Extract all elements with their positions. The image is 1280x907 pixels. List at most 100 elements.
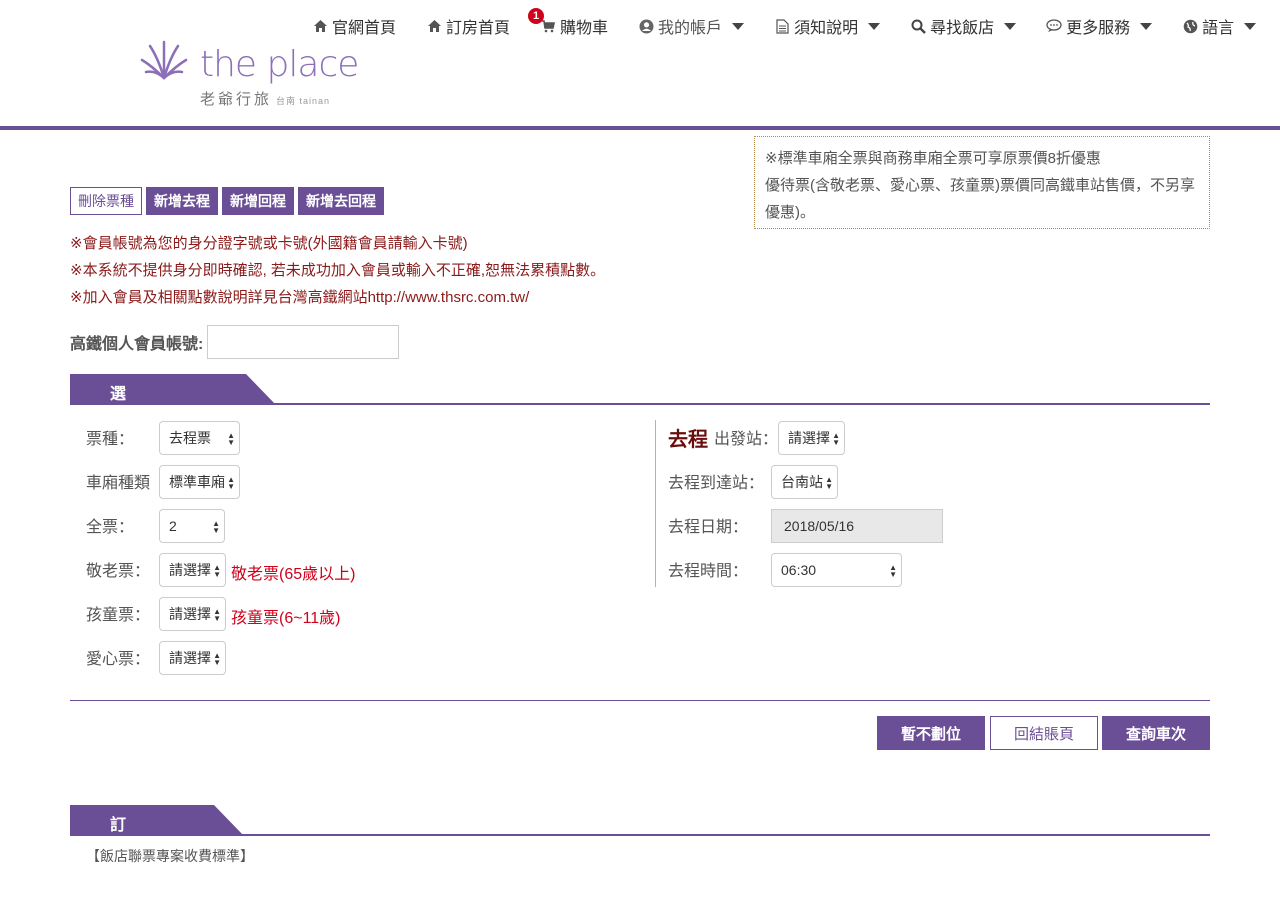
document-icon xyxy=(774,18,790,34)
adult-label: 全票： xyxy=(86,519,135,536)
notice-line-1: ※標準車廂全票與商務車廂全票可享原票價8折優惠 xyxy=(765,150,1101,167)
logo-subtitle-small: 台南 tainan xyxy=(276,96,331,106)
member-account-input[interactable] xyxy=(207,325,400,359)
date-row: 去程日期： xyxy=(668,508,748,542)
nav-label: 官網首頁 xyxy=(332,20,397,37)
outbound-date-value: 2018/05/16 xyxy=(784,518,855,534)
outbound-title: 去程 xyxy=(668,428,708,451)
child-count-value: 請選擇 xyxy=(169,606,211,622)
logo-subtitle-main: 老爺行旅 xyxy=(200,91,273,108)
senior-hint: 敬老票(65歲以上) xyxy=(231,566,356,583)
arrive-station-value: 台南站 xyxy=(781,474,823,490)
disabled-count-select[interactable]: 請選擇 ▲ ▼ xyxy=(159,641,226,675)
arrive-row: 去程到達站： xyxy=(668,464,764,498)
select-arrows-icon: ▲ ▼ xyxy=(213,563,221,579)
child-row: 孩童票： xyxy=(86,596,150,630)
notice-line-2: 優待票(含敬老票、愛心票、孩童票)票價同高鐵車站售價，不另享優惠)。 xyxy=(765,177,1195,221)
nav-label: 更多服務 xyxy=(1066,20,1131,37)
nav-label: 語言 xyxy=(1202,20,1235,37)
nav-cart[interactable]: 1 購物車 xyxy=(528,8,608,38)
outbound-time-select[interactable]: 06:30 ▲ ▼ xyxy=(771,553,902,587)
disabled-row: 愛心票： xyxy=(86,640,150,674)
arrive-station-select[interactable]: 台南站 ▲ ▼ xyxy=(771,465,838,499)
user-circle-icon xyxy=(638,18,654,34)
nav-label: 尋找飯店 xyxy=(930,20,995,37)
senior-count-select[interactable]: 請選擇 ▲ ▼ xyxy=(159,553,226,587)
nav-language[interactable]: 語言 xyxy=(1182,14,1257,38)
home-icon xyxy=(426,18,442,34)
top-nav: 官網首頁 訂房首頁 1 購物車 我的帳戶 須知說明 尋找飯店 更多服務 語言 xyxy=(312,8,1280,38)
home-icon xyxy=(312,18,328,34)
globe-icon xyxy=(1182,18,1198,34)
select-arrows-icon: ▲ ▼ xyxy=(213,651,221,667)
select-arrows-icon: ▲ ▼ xyxy=(227,475,235,491)
search-icon xyxy=(910,18,926,34)
nav-more-services[interactable]: 更多服務 xyxy=(1046,14,1153,38)
note-line: ※加入會員及相關點數說明詳見台灣高鐵網站http://www.thsrc.com… xyxy=(70,289,530,306)
nav-find-hotel[interactable]: 尋找飯店 xyxy=(910,14,1017,38)
disabled-label: 愛心票： xyxy=(86,651,151,668)
senior-count-value: 請選擇 xyxy=(169,562,211,578)
nav-instructions[interactable]: 須知說明 xyxy=(774,14,881,38)
senior-row: 敬老票： xyxy=(86,552,150,586)
note-line: ※會員帳號為您的身分證字號或卡號(外國籍會員請輸入卡號) xyxy=(70,235,468,252)
child-count-select[interactable]: 請選擇 ▲ ▼ xyxy=(159,597,226,631)
select-arrows-icon: ▲ ▼ xyxy=(213,607,221,623)
note-line: ※本系統不提供身分即時確認, 若未成功加入會員或輸入不正確,恕無法累積點數。 xyxy=(70,262,606,279)
ticket-type-label: 票種： xyxy=(86,431,135,448)
ticket-type-value: 去程票 xyxy=(169,430,211,446)
nav-booking-home[interactable]: 訂房首頁 xyxy=(426,14,510,38)
arrive-label: 去程到達站： xyxy=(668,475,765,492)
add-return-button[interactable]: 新增回程 xyxy=(222,187,294,215)
cart-badge: 1 xyxy=(528,8,545,24)
depart-station-select[interactable]: 請選擇 ▲ ▼ xyxy=(778,421,845,455)
form-bottom-divider xyxy=(70,700,1210,701)
brand-logo[interactable]: the place 老爺行旅 台南 tainan xyxy=(140,38,360,110)
select-arrows-icon: ▲ ▼ xyxy=(227,431,235,447)
back-to-checkout-button[interactable]: 回結賬頁 xyxy=(990,716,1098,750)
nav-official-home[interactable]: 官網首頁 xyxy=(312,14,396,38)
car-type-label: 車廂種類 xyxy=(86,475,151,492)
car-type-value: 標準車廂 xyxy=(169,474,225,490)
add-roundtrip-button[interactable]: 新增去回程 xyxy=(298,187,384,215)
outbound-date-field[interactable]: 2018/05/16 xyxy=(771,509,943,543)
adult-row: 全票： xyxy=(86,508,134,542)
search-trains-button[interactable]: 查詢車次 xyxy=(1102,716,1210,750)
depart-label: 出發站： xyxy=(714,431,779,448)
chevron-down-icon xyxy=(1244,22,1257,30)
logo-flower-icon xyxy=(140,40,188,80)
nav-my-account[interactable]: 我的帳戶 xyxy=(638,14,745,38)
nav-label: 我的帳戶 xyxy=(658,20,723,37)
child-hint: 孩童票(6~11歲) xyxy=(231,610,341,627)
member-account-label: 高鐵個人會員帳號: xyxy=(70,336,204,353)
nav-label: 須知說明 xyxy=(794,20,859,37)
chevron-down-icon xyxy=(1004,22,1017,30)
chevron-down-icon xyxy=(868,22,881,30)
depart-row: 去程 出發站： xyxy=(668,420,778,454)
chevron-down-icon xyxy=(732,22,745,30)
time-label: 去程時間： xyxy=(668,563,749,580)
add-outbound-button[interactable]: 新增去程 xyxy=(146,187,218,215)
ticket-type-row: 票種： xyxy=(86,420,134,454)
adult-count-value: 2 xyxy=(169,518,177,534)
adult-count-select[interactable]: 2 ▲ ▼ xyxy=(159,509,225,543)
site-header: the place 老爺行旅 台南 tainan 官網首頁 訂房首頁 1 購物車 … xyxy=(0,0,1280,126)
discount-notice: ※標準車廂全票與商務車廂全票可享原票價8折優惠 優待票(含敬老票、愛心票、孩童票… xyxy=(754,136,1210,229)
delete-ticket-button[interactable]: 刪除票種 xyxy=(70,187,142,215)
child-label: 孩童票： xyxy=(86,607,151,624)
car-type-select[interactable]: 標準車廂 ▲ ▼ xyxy=(159,465,240,499)
chat-icon xyxy=(1046,18,1062,34)
logo-subtitle: 老爺行旅 台南 tainan xyxy=(200,88,330,109)
disabled-count-value: 請選擇 xyxy=(169,650,211,666)
logo-name: the place xyxy=(200,44,359,85)
hold-seat-button[interactable]: 暫不劃位 xyxy=(877,716,985,750)
section-tab-shape xyxy=(70,374,276,405)
member-account-row: 高鐵個人會員帳號: xyxy=(70,325,400,359)
package-fee-heading: 【飯店聯票專案收費標準】 xyxy=(86,848,254,864)
ticket-type-select[interactable]: 去程票 ▲ ▼ xyxy=(159,421,240,455)
section-underline xyxy=(70,834,1210,836)
senior-label: 敬老票： xyxy=(86,563,151,580)
date-label: 去程日期： xyxy=(668,519,749,536)
header-divider xyxy=(0,126,1280,130)
select-arrows-icon: ▲ ▼ xyxy=(832,431,840,447)
